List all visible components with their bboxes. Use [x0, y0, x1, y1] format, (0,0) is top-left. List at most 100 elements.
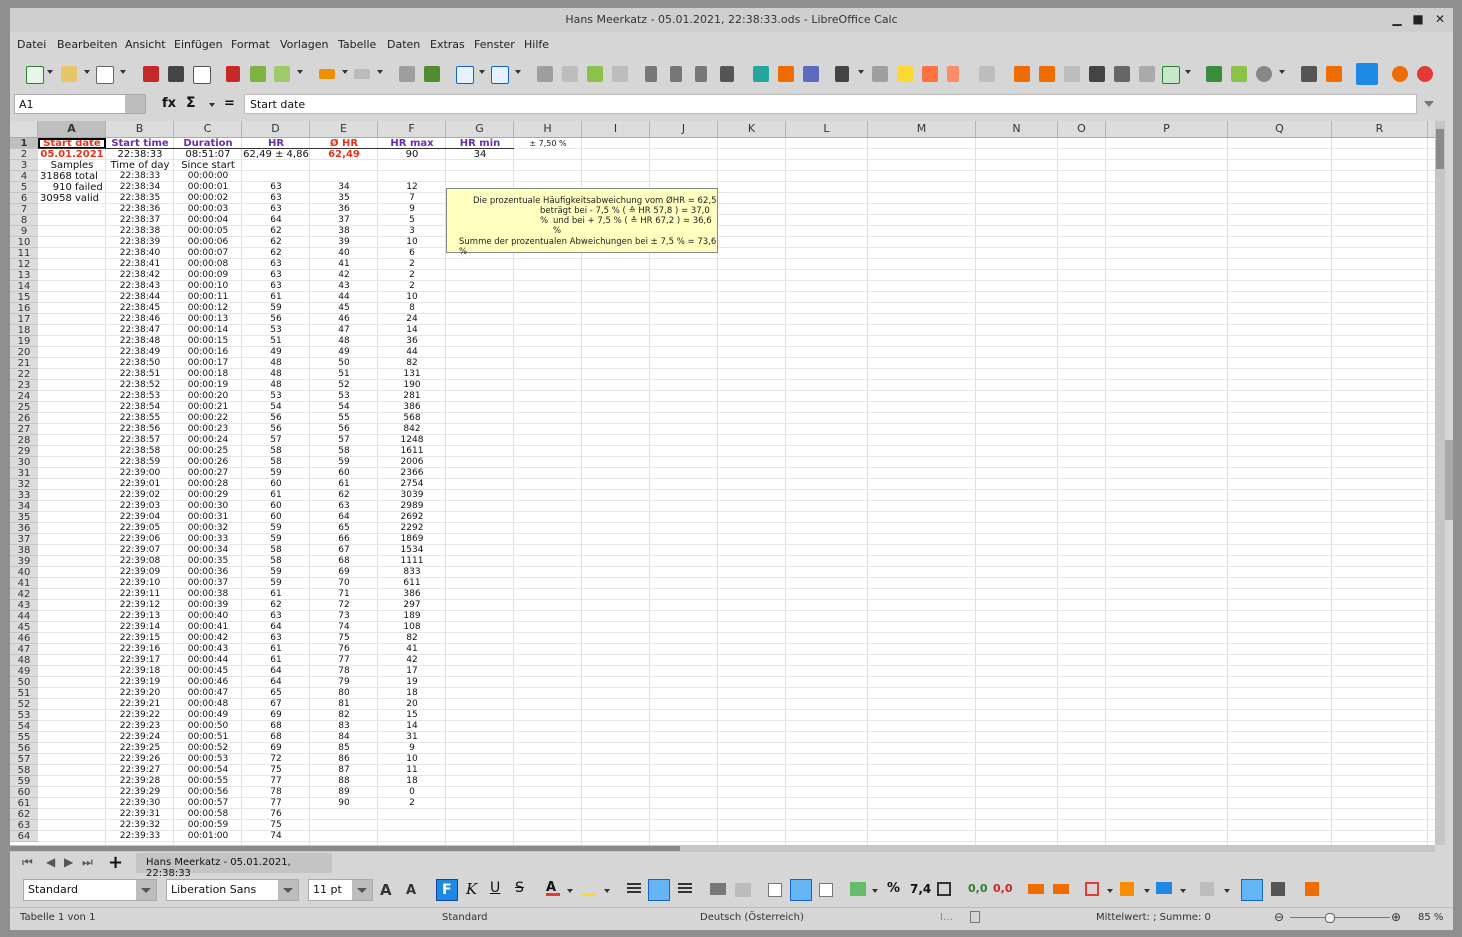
- hr-cell[interactable]: 61: [242, 644, 310, 655]
- histogram-count-cell[interactable]: 281: [378, 391, 446, 402]
- hr-cell[interactable]: 62: [242, 237, 310, 248]
- row-header[interactable]: 12: [10, 259, 38, 270]
- histogram-count-cell[interactable]: 9: [378, 204, 446, 215]
- histogram-count-cell[interactable]: 3: [378, 226, 446, 237]
- record-icon[interactable]: [1417, 66, 1433, 82]
- since-start-cell[interactable]: 00:00:36: [174, 567, 242, 578]
- histogram-hr-cell[interactable]: 44: [310, 292, 378, 303]
- hr-cell[interactable]: 63: [242, 633, 310, 644]
- histogram-count-cell[interactable]: 15: [378, 710, 446, 721]
- time-of-day-cell[interactable]: 22:38:49: [106, 347, 174, 358]
- row-header[interactable]: 49: [10, 666, 38, 677]
- row-header[interactable]: 33: [10, 490, 38, 501]
- row-header[interactable]: 2: [10, 149, 38, 160]
- hyperlink-icon[interactable]: [872, 66, 888, 82]
- time-of-day-cell[interactable]: 22:39:11: [106, 589, 174, 600]
- time-of-day-cell[interactable]: 22:38:58: [106, 446, 174, 457]
- row-header[interactable]: 54: [10, 721, 38, 732]
- samples-label[interactable]: Samples: [38, 160, 106, 171]
- zoom-level[interactable]: 85 %: [1418, 912, 1443, 923]
- insert-chart-icon[interactable]: [778, 66, 794, 82]
- align-top-icon[interactable]: [768, 883, 782, 897]
- histogram-count-cell[interactable]: 12: [378, 182, 446, 193]
- row-header[interactable]: 29: [10, 446, 38, 457]
- chevron-down-icon[interactable]: [515, 70, 521, 74]
- hr-cell[interactable]: 54: [242, 402, 310, 413]
- hr-cell[interactable]: 78: [242, 787, 310, 798]
- since-start-cell[interactable]: 00:00:04: [174, 215, 242, 226]
- unmerge-cells-icon[interactable]: [562, 66, 578, 82]
- define-print-area-icon[interactable]: [947, 66, 959, 82]
- row-header[interactable]: 36: [10, 523, 38, 534]
- histogram-count-cell[interactable]: 10: [378, 237, 446, 248]
- histogram-count-cell[interactable]: 19: [378, 677, 446, 688]
- histogram-count-cell[interactable]: 386: [378, 589, 446, 600]
- row-header[interactable]: 24: [10, 391, 38, 402]
- date-format-icon[interactable]: [937, 882, 951, 896]
- row-header[interactable]: 16: [10, 303, 38, 314]
- histogram-hr-cell[interactable]: 52: [310, 380, 378, 391]
- hr-cell[interactable]: 65: [242, 688, 310, 699]
- row-header[interactable]: 44: [10, 611, 38, 622]
- text-orientation-button[interactable]: [1241, 879, 1263, 901]
- since-start-label[interactable]: Since start: [174, 160, 242, 171]
- column-header[interactable]: O: [1058, 121, 1106, 137]
- add-decimal-button[interactable]: 0,0: [968, 882, 988, 895]
- histogram-count-cell[interactable]: 31: [378, 732, 446, 743]
- column-header[interactable]: Q: [1228, 121, 1332, 137]
- row-header[interactable]: 28: [10, 435, 38, 446]
- histogram-hr-cell[interactable]: 81: [310, 699, 378, 710]
- function-wizard-icon[interactable]: fx: [162, 96, 176, 111]
- hr-cell[interactable]: 59: [242, 523, 310, 534]
- column-header[interactable]: K: [718, 121, 786, 137]
- row-header[interactable]: 35: [10, 512, 38, 523]
- zoom-slider[interactable]: [1290, 917, 1390, 918]
- chevron-down-icon[interactable]: [84, 70, 90, 74]
- histogram-count-cell[interactable]: 2: [378, 798, 446, 809]
- row-header[interactable]: 51: [10, 688, 38, 699]
- column-header[interactable]: B: [106, 121, 174, 137]
- histogram-hr-cell[interactable]: 67: [310, 545, 378, 556]
- samples-count-cell[interactable]: 910 failed: [38, 182, 106, 193]
- row-header[interactable]: 3: [10, 160, 38, 171]
- currency-icon[interactable]: [850, 882, 866, 896]
- histogram-count-cell[interactable]: 24: [378, 314, 446, 325]
- hr-cell[interactable]: 75: [242, 765, 310, 776]
- copy-icon[interactable]: [250, 66, 266, 82]
- row-header[interactable]: 34: [10, 501, 38, 512]
- export-pdf-icon[interactable]: [143, 66, 159, 82]
- histogram-count-cell[interactable]: 1611: [378, 446, 446, 457]
- histogram-count-cell[interactable]: 1248: [378, 435, 446, 446]
- scrollbar-thumb[interactable]: [1436, 129, 1444, 169]
- row-header[interactable]: 56: [10, 743, 38, 754]
- column-header[interactable]: P: [1106, 121, 1228, 137]
- hr-cell[interactable]: 68: [242, 732, 310, 743]
- time-of-day-cell[interactable]: 22:39:25: [106, 743, 174, 754]
- sheet-tab[interactable]: Hans Meerkatz - 05.01.2021, 22:38:33: [136, 853, 332, 879]
- since-start-cell[interactable]: 00:00:00: [174, 171, 242, 182]
- time-of-day-cell[interactable]: 22:39:16: [106, 644, 174, 655]
- time-of-day-cell[interactable]: 22:39:26: [106, 754, 174, 765]
- time-of-day-cell[interactable]: 22:38:55: [106, 413, 174, 424]
- row-header[interactable]: 59: [10, 776, 38, 787]
- time-of-day-cell[interactable]: 22:38:57: [106, 435, 174, 446]
- since-start-cell[interactable]: 00:00:37: [174, 578, 242, 589]
- hr-cell[interactable]: 59: [242, 303, 310, 314]
- histogram-count-cell[interactable]: 7: [378, 193, 446, 204]
- histogram-hr-cell[interactable]: 72: [310, 600, 378, 611]
- row-header[interactable]: 53: [10, 710, 38, 721]
- time-of-day-cell[interactable]: 22:38:59: [106, 457, 174, 468]
- histogram-hr-cell[interactable]: 79: [310, 677, 378, 688]
- hr-cell[interactable]: 64: [242, 622, 310, 633]
- align-right-icon[interactable]: [678, 883, 692, 895]
- row-header[interactable]: 31: [10, 468, 38, 479]
- histogram-hr-cell[interactable]: 56: [310, 424, 378, 435]
- since-start-cell[interactable]: 00:00:17: [174, 358, 242, 369]
- delete-decimal-button[interactable]: 0,0: [993, 882, 1013, 895]
- freeze-rows-icon[interactable]: [1064, 66, 1080, 82]
- cell-comment[interactable]: Die prozentuale Häufigkeitsabweichung vo…: [446, 188, 718, 257]
- align-left-icon[interactable]: [627, 883, 641, 895]
- histogram-hr-cell[interactable]: 77: [310, 655, 378, 666]
- time-of-day-cell[interactable]: 22:39:13: [106, 611, 174, 622]
- since-start-cell[interactable]: 00:00:54: [174, 765, 242, 776]
